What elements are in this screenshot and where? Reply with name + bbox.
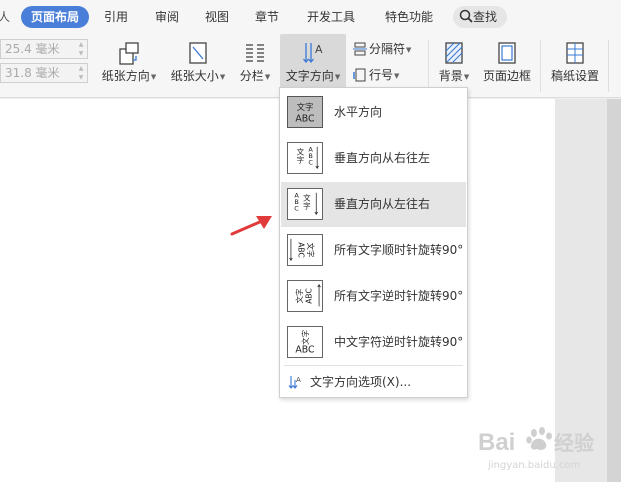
toolbar-divider bbox=[608, 40, 609, 92]
background-label: 背景 bbox=[438, 69, 463, 83]
chevron-down-icon: ▼ bbox=[463, 73, 470, 81]
line-number-icon bbox=[353, 68, 366, 82]
thumb-zh: 文字 bbox=[297, 102, 314, 112]
thumb-zh-v2: 字 bbox=[303, 201, 311, 211]
page-border-button[interactable]: 页面边框 bbox=[479, 34, 535, 98]
tab-special-features[interactable]: 特色功能 bbox=[385, 6, 433, 28]
vertical-ltr-icon: A B C 文 字 bbox=[287, 188, 323, 220]
tab-view[interactable]: 视图 bbox=[205, 6, 229, 28]
baidu-watermark: Bai 经验 jingyan.baidu.com bbox=[478, 420, 618, 478]
thumb-zh: 文字 bbox=[306, 243, 316, 258]
tab-page-layout[interactable]: 页面布局 bbox=[21, 6, 90, 28]
separator-icon bbox=[353, 42, 367, 56]
toolbar-divider bbox=[428, 40, 429, 92]
search-button[interactable]: 查找 bbox=[453, 6, 507, 28]
vertical-rtl-icon: A B C 文 字 bbox=[287, 142, 323, 174]
columns-button[interactable]: 分栏▼ bbox=[235, 34, 275, 98]
paper-size-label: 纸张大小 bbox=[170, 69, 219, 83]
text-direction-options-item[interactable]: A 文字方向选项(X)... bbox=[288, 372, 411, 392]
paper-orientation-button[interactable]: 纸张方向▼ bbox=[98, 34, 160, 98]
thumb-zh-v2: 字 bbox=[297, 155, 305, 165]
thumb-en: ABC bbox=[295, 344, 315, 355]
baidu-logo-icon: Bai 经验 jingyan.baidu.com bbox=[478, 427, 594, 471]
menu-item-label: 所有文字逆时针旋转90° bbox=[334, 289, 464, 303]
page-border-label: 页面边框 bbox=[482, 69, 531, 83]
search-icon bbox=[459, 9, 473, 23]
thumb-en: ABC bbox=[296, 242, 305, 257]
margin-bottom-value: 31.8 毫米 bbox=[5, 66, 60, 80]
tab-developer[interactable]: 开发工具 bbox=[307, 6, 355, 28]
tab-references[interactable]: 引用 bbox=[104, 6, 128, 28]
menu-item-vertical-ltr[interactable]: A B C 文 字 垂直方向从左往右 bbox=[281, 182, 466, 227]
menu-item-label: 垂直方向从右往左 bbox=[334, 151, 431, 165]
background-icon bbox=[445, 42, 463, 64]
menu-item-label: 水平方向 bbox=[334, 105, 383, 119]
search-label: 查找 bbox=[473, 10, 498, 24]
draft-paper-label: 稿纸设置 bbox=[550, 69, 599, 83]
watermark-url: jingyan.baidu.com bbox=[487, 460, 580, 471]
line-number-button[interactable]: 行号▼ bbox=[353, 65, 399, 85]
chevron-down-icon: ▼ bbox=[264, 73, 271, 81]
paper-size-button[interactable]: 纸张大小▼ bbox=[167, 34, 229, 98]
thumb-zh-v1: 文 bbox=[303, 192, 311, 202]
menu-item-cjk-rotate-ccw[interactable]: 文字 ABC 中文字符逆时针旋转90° bbox=[281, 320, 466, 365]
menu-item-horizontal[interactable]: 文字 ABC 水平方向 bbox=[281, 90, 466, 135]
text-direction-icon: A bbox=[303, 43, 323, 64]
thumb-zh: 文字 bbox=[294, 289, 304, 304]
watermark-brand-cn: 经验 bbox=[554, 431, 594, 455]
tab-review[interactable]: 审阅 bbox=[155, 6, 179, 28]
thumb-en: ABC bbox=[305, 288, 314, 303]
menu-item-rotate-cw[interactable]: 文字 ABC 所有文字顺时针旋转90° bbox=[281, 228, 466, 273]
page-border-icon bbox=[498, 42, 516, 64]
chevron-down-icon: ▼ bbox=[334, 73, 341, 81]
rotate-cw-icon: 文字 ABC bbox=[287, 234, 323, 266]
menu-divider bbox=[284, 365, 463, 366]
thumb-en: ABC bbox=[295, 113, 315, 124]
horizontal-text-icon: 文字 ABC bbox=[287, 96, 323, 128]
thumb-zh: 文字 bbox=[300, 330, 310, 345]
tab-chapter[interactable]: 章节 bbox=[255, 6, 279, 28]
svg-text:A: A bbox=[296, 376, 301, 384]
paper-size-icon bbox=[189, 42, 207, 64]
margin-bottom-input[interactable]: 31.8 毫米 ▲ ▼ bbox=[0, 63, 88, 83]
rotate-ccw-icon: 文字 ABC bbox=[287, 280, 323, 312]
document-page[interactable] bbox=[0, 99, 555, 482]
spin-arrows-icon[interactable]: ▲ ▼ bbox=[77, 40, 85, 58]
columns-icon bbox=[246, 44, 264, 62]
paper-orientation-label: 纸张方向 bbox=[101, 69, 150, 83]
chevron-down-icon: ▼ bbox=[394, 72, 400, 80]
paper-orientation-icon bbox=[119, 42, 139, 65]
margin-top-value: 25.4 毫米 bbox=[5, 42, 60, 56]
thumb-zh-v1: 文 bbox=[297, 146, 305, 156]
spin-arrows-icon[interactable]: ▲ ▼ bbox=[77, 64, 85, 82]
draft-paper-icon bbox=[566, 42, 584, 64]
annotation-arrow-icon bbox=[230, 216, 272, 236]
tab-partial[interactable]: 人 bbox=[0, 6, 10, 28]
draft-paper-button[interactable]: 稿纸设置 bbox=[546, 34, 604, 98]
chevron-down-icon: ▼ bbox=[219, 73, 226, 81]
separator-button[interactable]: 分隔符▼ bbox=[353, 39, 411, 59]
svg-text:A: A bbox=[315, 43, 323, 56]
margin-top-input[interactable]: 25.4 毫米 ▲ ▼ bbox=[0, 39, 88, 59]
toolbar-divider bbox=[540, 40, 541, 92]
text-direction-options-icon: A bbox=[288, 376, 301, 389]
menu-item-vertical-rtl[interactable]: A B C 文 字 垂直方向从右往左 bbox=[281, 136, 466, 181]
text-direction-options-label: 文字方向选项(X)... bbox=[310, 375, 412, 389]
menu-item-rotate-ccw[interactable]: 文字 ABC 所有文字逆时针旋转90° bbox=[281, 274, 466, 319]
text-direction-label: 文字方向 bbox=[285, 69, 334, 83]
menu-item-label: 所有文字顺时针旋转90° bbox=[334, 243, 464, 257]
columns-label: 分栏 bbox=[239, 69, 264, 83]
menu-item-label: 中文字符逆时针旋转90° bbox=[334, 335, 464, 349]
thumb-en-v3: C bbox=[294, 205, 299, 213]
ribbon-tab-bar: 人 页面布局 引用 审阅 视图 章节 开发工具 特色功能 查找 bbox=[0, 0, 621, 34]
line-number-label: 行号 bbox=[369, 68, 394, 82]
separator-label: 分隔符 bbox=[369, 42, 406, 56]
watermark-brand: Bai bbox=[478, 429, 515, 456]
menu-item-label: 垂直方向从左往右 bbox=[334, 197, 431, 211]
cjk-rotate-icon: 文字 ABC bbox=[287, 326, 323, 358]
thumb-en-v3: C bbox=[308, 159, 313, 167]
text-direction-menu: 文字 ABC 水平方向 A B C 文 字 垂直方向从右往左 A B C 文 字… bbox=[279, 87, 468, 398]
chevron-down-icon: ▼ bbox=[150, 73, 157, 81]
chevron-down-icon: ▼ bbox=[406, 46, 412, 54]
